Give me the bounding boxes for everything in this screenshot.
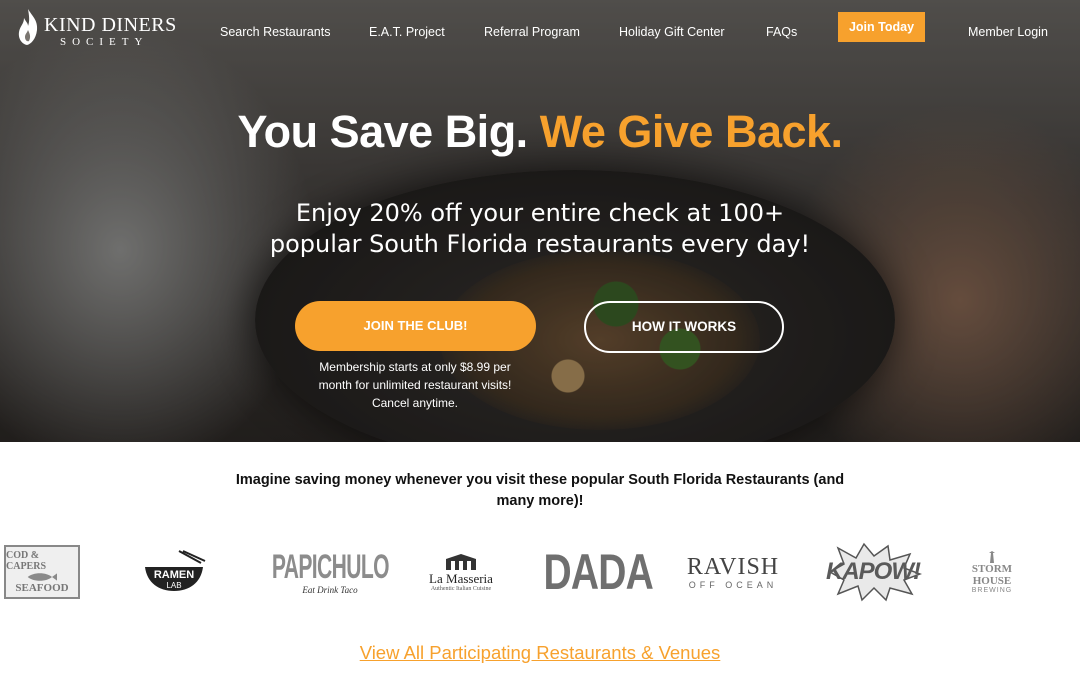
intro-line-1: Imagine saving money whenever you visit …: [235, 472, 845, 488]
restaurant-logo-ravish[interactable]: RAVISH OFF OCEAN: [686, 540, 780, 604]
note-line-2: month for unlimited restaurant visits!: [318, 378, 512, 392]
restaurant-logo-ramen-lab[interactable]: RAMEN LAB: [138, 540, 210, 604]
flame-icon: [18, 9, 38, 45]
hero-subheading: Enjoy 20% off your entire check at 100+ …: [0, 198, 1080, 260]
intro-line-2: many more)!: [496, 493, 584, 509]
nav-eat-project[interactable]: E.A.T. Project: [369, 25, 445, 39]
nav-search-restaurants[interactable]: Search Restaurants: [220, 25, 330, 39]
lighthouse-icon: [989, 550, 995, 563]
join-today-button[interactable]: Join Today: [838, 12, 925, 42]
kapow-name: KAPOW!: [826, 558, 921, 585]
ravish-name: RAVISH: [686, 554, 780, 580]
papichulo-sub: Eat Drink Taco: [302, 585, 358, 595]
brand-tagline: SOCIETY: [60, 36, 149, 48]
la-masseria-sub: Authentic Italian Cuisine: [430, 585, 492, 592]
nav-referral-program[interactable]: Referral Program: [484, 25, 580, 39]
subhead-line-1: Enjoy 20% off your entire check at 100+: [295, 199, 785, 227]
cod-capers-name: COD & CAPERS: [6, 550, 47, 572]
restaurant-logo-kapow[interactable]: KAPOW!: [823, 540, 923, 604]
cod-capers-sub: SEAFOOD: [15, 582, 69, 594]
storm-house-sub: BREWING: [971, 586, 1013, 594]
dada-name: DADA: [543, 544, 653, 600]
ramen-lab-name: RAMEN: [153, 568, 195, 581]
member-login-link[interactable]: Member Login: [968, 25, 1048, 39]
building-icon: [446, 553, 476, 570]
ramen-lab-sub: LAB: [166, 580, 182, 590]
restaurant-logo-la-masseria[interactable]: La Masseria Authentic Italian Cuisine: [416, 540, 506, 604]
subhead-line-2: popular South Florida restaurants every …: [269, 230, 811, 258]
nav-faqs[interactable]: FAQs: [766, 25, 797, 39]
restaurants-intro: Imagine saving money whenever you visit …: [225, 470, 855, 512]
restaurant-logos: COD & CAPERS SEAFOOD RAMEN LAB PAPICHULO…: [0, 540, 1080, 604]
hero-headline: You Save Big. We Give Back.: [0, 106, 1080, 158]
how-it-works-button[interactable]: HOW IT WORKS: [584, 301, 784, 353]
nav-holiday-gift-center[interactable]: Holiday Gift Center: [619, 25, 725, 39]
headline-accent: We Give Back.: [539, 106, 843, 157]
restaurant-logo-dada[interactable]: DADA: [543, 540, 653, 604]
restaurant-logo-cod-capers[interactable]: COD & CAPERS SEAFOOD: [4, 540, 80, 604]
note-line-1: Membership starts at only $8.99 per: [319, 360, 511, 374]
note-line-3: Cancel anytime.: [371, 396, 459, 410]
top-navigation: KIND DINERS SOCIETY Search Restaurants E…: [0, 0, 1080, 64]
fish-icon: [27, 573, 57, 581]
cod-capers-badge: COD & CAPERS SEAFOOD: [4, 545, 80, 599]
ravish-sub: OFF OCEAN: [688, 580, 778, 590]
restaurant-logo-storm-house[interactable]: STORM HOUSE BREWING: [964, 540, 1020, 604]
brand-name: KIND DINERS: [44, 14, 177, 36]
membership-note: Membership starts at only $8.99 per mont…: [300, 358, 530, 412]
view-all-restaurants-link[interactable]: View All Participating Restaurants & Ven…: [0, 642, 1080, 664]
la-masseria-name: La Masseria: [429, 570, 493, 586]
join-the-club-button[interactable]: JOIN THE CLUB!: [295, 301, 536, 351]
brand-logo[interactable]: KIND DINERS SOCIETY: [16, 8, 176, 50]
restaurant-logo-papichulo[interactable]: PAPICHULO Eat Drink Taco: [271, 540, 389, 604]
papichulo-name: PAPICHULO: [271, 548, 389, 586]
storm-house-name: STORM HOUSE: [971, 562, 1013, 587]
headline-white: You Save Big.: [237, 106, 528, 157]
